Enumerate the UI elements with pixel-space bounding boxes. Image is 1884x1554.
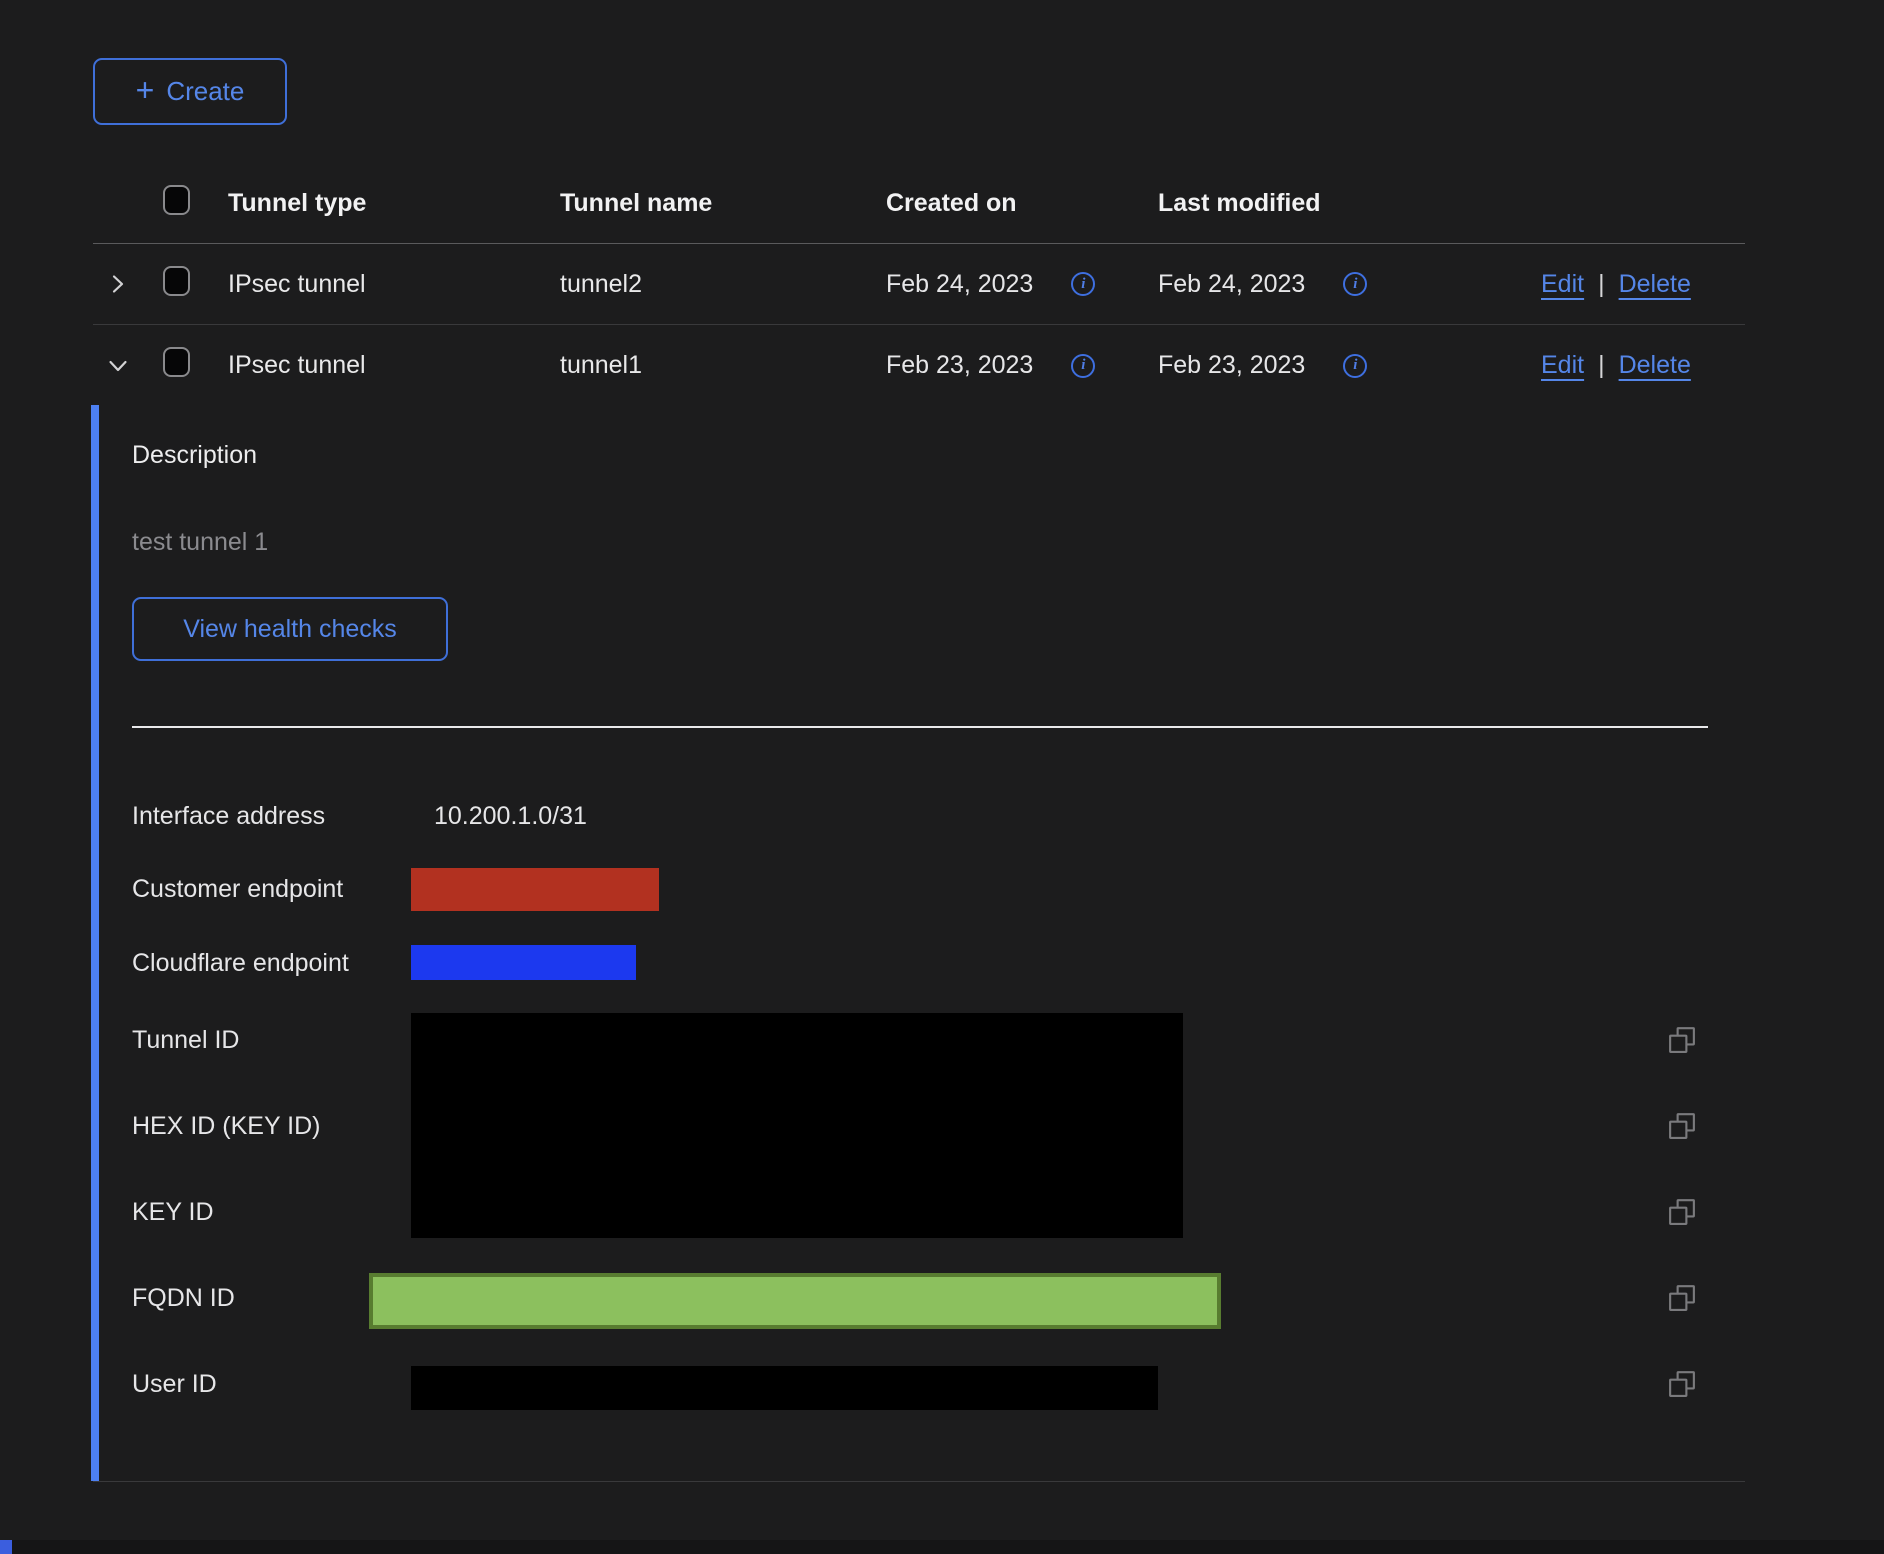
- copy-tunnel-id-button[interactable]: [1666, 1025, 1698, 1057]
- header-created-on: Created on: [886, 189, 1158, 218]
- action-separator: |: [1598, 351, 1605, 380]
- interface-address-label: Interface address: [132, 802, 325, 831]
- header-tunnel-type: Tunnel type: [228, 189, 560, 218]
- delete-link[interactable]: Delete: [1619, 270, 1691, 299]
- tunnel-id-label: Tunnel ID: [132, 1026, 239, 1055]
- expanded-panel-accent-bar: [91, 405, 99, 1481]
- copy-icon: [1667, 1369, 1697, 1399]
- bottom-left-accent: [0, 1540, 12, 1554]
- tunnel-name-cell: tunnel1: [560, 351, 886, 380]
- panel-bottom-divider: [93, 1481, 1745, 1482]
- table-row: IPsec tunnel tunnel2 Feb 24, 2023 i Feb …: [93, 244, 1745, 325]
- collapse-row-button[interactable]: [106, 354, 130, 378]
- expand-row-button[interactable]: [106, 272, 130, 296]
- copy-key-id-button[interactable]: [1666, 1197, 1698, 1229]
- tunnels-page: + Create Tunnel type Tunnel name Created…: [0, 0, 1884, 1554]
- tunnel-type-cell: IPsec tunnel: [228, 270, 560, 299]
- redacted-fqdn-id-value: [369, 1273, 1221, 1329]
- cloudflare-endpoint-label: Cloudflare endpoint: [132, 949, 349, 978]
- fqdn-id-label: FQDN ID: [132, 1284, 235, 1313]
- description-label: Description: [132, 441, 257, 470]
- copy-user-id-button[interactable]: [1666, 1369, 1698, 1401]
- redacted-tunnel-hex-key-id-values: [411, 1013, 1183, 1238]
- tunnel-name-cell: tunnel2: [560, 270, 886, 299]
- user-id-label: User ID: [132, 1370, 217, 1399]
- select-all-checkbox[interactable]: [163, 185, 190, 215]
- plus-icon: +: [136, 74, 155, 106]
- copy-icon: [1667, 1283, 1697, 1313]
- header-last-modified: Last modified: [1158, 189, 1541, 218]
- row-checkbox[interactable]: [163, 266, 190, 296]
- tunnel-type-cell: IPsec tunnel: [228, 351, 560, 380]
- chevron-right-icon: [106, 272, 130, 296]
- description-value: test tunnel 1: [132, 528, 268, 557]
- tunnels-table: Tunnel type Tunnel name Created on Last …: [93, 164, 1745, 406]
- action-separator: |: [1598, 270, 1605, 299]
- key-id-label: KEY ID: [132, 1198, 214, 1227]
- customer-endpoint-label: Customer endpoint: [132, 875, 343, 904]
- copy-icon: [1667, 1111, 1697, 1141]
- info-icon[interactable]: i: [1071, 272, 1095, 296]
- redacted-customer-endpoint-value: [411, 868, 659, 911]
- info-icon[interactable]: i: [1343, 354, 1367, 378]
- table-row: IPsec tunnel tunnel1 Feb 23, 2023 i Feb …: [93, 325, 1745, 406]
- created-on-cell: Feb 24, 2023: [886, 270, 1033, 299]
- copy-icon: [1667, 1197, 1697, 1227]
- interface-address-value: 10.200.1.0/31: [434, 802, 587, 831]
- last-modified-cell: Feb 24, 2023: [1158, 270, 1305, 299]
- create-button-label: Create: [166, 76, 244, 107]
- create-button[interactable]: + Create: [93, 58, 287, 125]
- hex-id-label: HEX ID (KEY ID): [132, 1112, 320, 1141]
- delete-link[interactable]: Delete: [1619, 351, 1691, 380]
- chevron-down-icon: [106, 354, 130, 378]
- created-on-cell: Feb 23, 2023: [886, 351, 1033, 380]
- redacted-cloudflare-endpoint-value: [411, 945, 636, 980]
- copy-fqdn-id-button[interactable]: [1666, 1283, 1698, 1315]
- section-divider: [132, 726, 1708, 728]
- view-health-checks-button[interactable]: View health checks: [132, 597, 448, 661]
- info-icon[interactable]: i: [1071, 354, 1095, 378]
- window-bottom-edge: [0, 1540, 1884, 1554]
- info-icon[interactable]: i: [1343, 272, 1367, 296]
- table-header-row: Tunnel type Tunnel name Created on Last …: [93, 164, 1745, 244]
- edit-link[interactable]: Edit: [1541, 351, 1584, 380]
- last-modified-cell: Feb 23, 2023: [1158, 351, 1305, 380]
- copy-icon: [1667, 1025, 1697, 1055]
- redacted-user-id-value: [411, 1366, 1158, 1410]
- copy-hex-id-button[interactable]: [1666, 1111, 1698, 1143]
- row-checkbox[interactable]: [163, 347, 190, 377]
- edit-link[interactable]: Edit: [1541, 270, 1584, 299]
- header-tunnel-name: Tunnel name: [560, 189, 886, 218]
